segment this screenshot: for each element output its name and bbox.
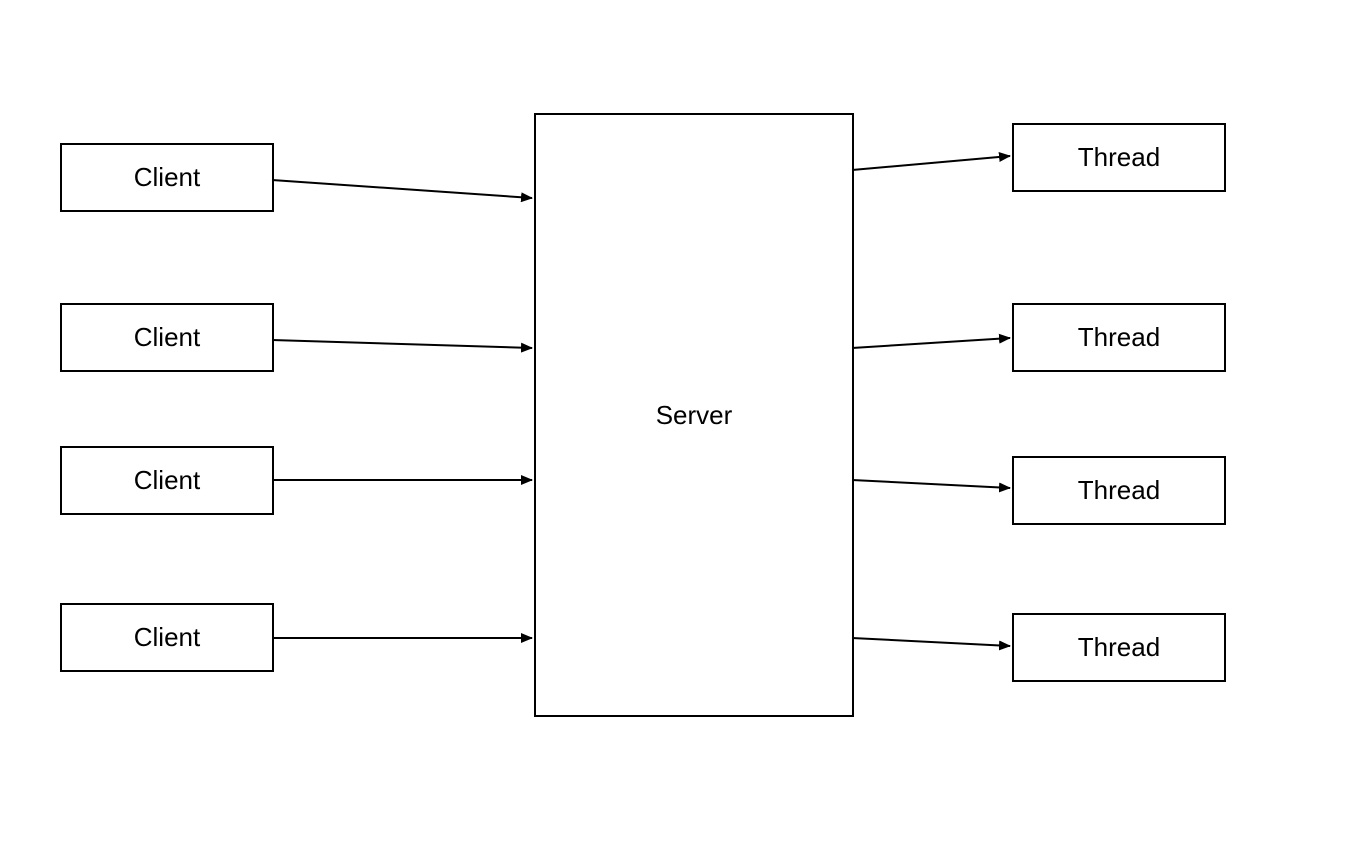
client-box: Client bbox=[60, 303, 274, 372]
thread-box: Thread bbox=[1012, 456, 1226, 525]
thread-box: Thread bbox=[1012, 303, 1226, 372]
server-label: Server bbox=[656, 400, 733, 431]
arrow-server-to-thread bbox=[852, 638, 1010, 646]
client-box: Client bbox=[60, 143, 274, 212]
thread-box: Thread bbox=[1012, 123, 1226, 192]
thread-box: Thread bbox=[1012, 613, 1226, 682]
thread-label: Thread bbox=[1078, 632, 1160, 663]
server-box: Server bbox=[534, 113, 854, 717]
thread-label: Thread bbox=[1078, 475, 1160, 506]
thread-label: Thread bbox=[1078, 142, 1160, 173]
arrow-server-to-thread bbox=[852, 338, 1010, 348]
arrow-client-to-server bbox=[272, 180, 532, 198]
thread-label: Thread bbox=[1078, 322, 1160, 353]
client-label: Client bbox=[134, 322, 200, 353]
client-box: Client bbox=[60, 603, 274, 672]
diagram-canvas: Client Client Client Client Server Threa… bbox=[0, 0, 1350, 868]
client-label: Client bbox=[134, 465, 200, 496]
client-box: Client bbox=[60, 446, 274, 515]
client-label: Client bbox=[134, 162, 200, 193]
client-label: Client bbox=[134, 622, 200, 653]
arrow-client-to-server bbox=[272, 340, 532, 348]
arrow-server-to-thread bbox=[852, 156, 1010, 170]
arrow-server-to-thread bbox=[852, 480, 1010, 488]
